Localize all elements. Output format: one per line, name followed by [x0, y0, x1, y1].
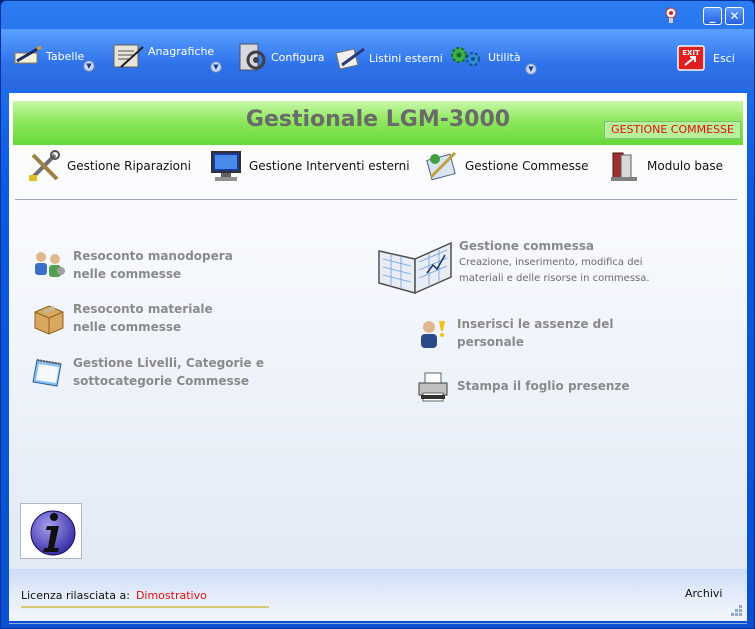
module-label: Gestione Commesse: [465, 159, 589, 173]
bottom-ruler: [9, 623, 747, 627]
info-button[interactable]: [20, 503, 82, 559]
toolbar-listini-esterni[interactable]: Listini esterni: [334, 45, 443, 71]
price-list-icon: [335, 47, 365, 70]
status-bar: Licenza rilasciata a: Dimostrativo Archiv…: [9, 569, 747, 621]
item-title-line2: nelle commesse: [73, 267, 182, 281]
chevron-down-icon[interactable]: ▼: [210, 61, 222, 73]
exit-button[interactable]: EXIT Esci: [677, 45, 735, 71]
open-book-icon: [378, 241, 452, 295]
commesse-icon: [426, 151, 457, 181]
section-tag: GESTIONE COMMESSE: [604, 121, 741, 139]
chevron-down-icon[interactable]: ▼: [83, 60, 95, 72]
toolbar-tabelle-label: Tabelle: [46, 49, 85, 63]
item-resoconto-manodopera[interactable]: Resoconto manodopera nelle commesse: [31, 247, 233, 283]
header-banner: Gestionale LGM-3000 GESTIONE COMMESSE: [13, 101, 743, 145]
printer-icon: [418, 372, 448, 402]
item-title-line2: sottocategorie Commesse: [73, 374, 249, 388]
item-gestione-livelli[interactable]: Gestione Livelli, Categorie e sottocateg…: [31, 354, 264, 390]
separator-line: [15, 199, 737, 200]
item-inserisci-assenze[interactable]: Inserisci le assenze del personale: [415, 315, 614, 351]
item-gestione-commessa[interactable]: Gestione commessa Creazione, inserimento…: [375, 237, 650, 295]
workers-icon: [35, 252, 65, 277]
info-icon: [30, 510, 76, 556]
item-title: Gestione commessa: [459, 239, 594, 253]
help-icon[interactable]: [663, 6, 679, 24]
item-title-line1: Resoconto manodopera: [73, 249, 233, 263]
module-label: Gestione Interventi esterni: [249, 159, 410, 173]
toolbar-anagrafiche-label: Anagrafiche: [148, 44, 215, 58]
absence-icon: [421, 321, 445, 348]
exit-label: Esci: [713, 51, 735, 65]
item-title-line1: Gestione Livelli, Categorie e: [73, 356, 264, 370]
exit-icon: EXIT: [677, 45, 705, 71]
module-modulo-base[interactable]: Modulo base: [607, 149, 723, 183]
toolbar-listini-label: Listini esterni: [369, 51, 443, 65]
title-bar: _ ✕: [1, 1, 754, 29]
chevron-down-icon[interactable]: ▼: [525, 63, 537, 75]
resize-grip-icon[interactable]: [727, 601, 743, 617]
toolbar-utilita[interactable]: Utilità: [449, 45, 521, 69]
tools-icon: [29, 150, 60, 181]
item-title-line1: Stampa il foglio presenze: [457, 379, 630, 393]
item-description-line2: materiali e delle risorse in commessa.: [459, 273, 650, 284]
configure-icon: [239, 43, 266, 71]
box-icon: [34, 305, 64, 335]
gears-icon: [451, 47, 480, 66]
item-title-line2: personale: [457, 335, 524, 349]
main-toolbar: Tabelle ▼ Anagrafiche ▼ Configura Listin…: [1, 29, 754, 89]
module-label: Gestione Riparazioni: [67, 159, 191, 173]
module-gestione-commesse[interactable]: Gestione Commesse: [425, 149, 589, 183]
toolbar-tabelle[interactable]: Tabelle: [13, 45, 84, 67]
pen-table-icon: [14, 45, 42, 64]
license-info: Licenza rilasciata a: Dimostrativo: [21, 589, 207, 602]
license-underline: [21, 606, 269, 608]
toolbar-utilita-label: Utilità: [488, 50, 521, 64]
archivi-button[interactable]: Archivi: [685, 587, 722, 600]
item-title-line1: Inserisci le assenze del: [457, 317, 614, 331]
item-description-line1: Creazione, inserimento, modifica dei: [459, 257, 643, 268]
books-icon: [611, 152, 637, 181]
minimize-button[interactable]: _: [703, 7, 722, 25]
computer-icon: [211, 151, 241, 181]
item-title-line2: nelle commesse: [73, 320, 182, 334]
module-bar: Gestione Riparazioni Gestione Interventi…: [23, 149, 743, 189]
license-value: Dimostrativo: [135, 589, 207, 602]
app-window: _ ✕ Tabelle ▼ Anagrafiche ▼ Configura Li…: [0, 0, 755, 629]
module-gestione-riparazioni[interactable]: Gestione Riparazioni: [27, 149, 191, 183]
registry-icon: [113, 44, 144, 68]
svg-text:EXIT: EXIT: [682, 49, 700, 57]
toolbar-configura[interactable]: Configura: [236, 41, 325, 73]
item-resoconto-materiale[interactable]: Resoconto materiale nelle commesse: [31, 300, 213, 336]
license-label: Licenza rilasciata a:: [21, 589, 130, 602]
toolbar-configura-label: Configura: [271, 50, 325, 64]
toolbar-anagrafiche[interactable]: Anagrafiche: [111, 41, 214, 71]
close-button[interactable]: ✕: [725, 7, 744, 25]
notepad-icon: [32, 359, 62, 387]
item-title-line1: Resoconto materiale: [73, 302, 213, 316]
item-stampa-foglio-presenze[interactable]: Stampa il foglio presenze: [415, 369, 630, 405]
module-label: Modulo base: [647, 159, 724, 173]
main-panel: Gestionale LGM-3000 GESTIONE COMMESSE Ge…: [9, 93, 747, 569]
module-gestione-interventi-esterni[interactable]: Gestione Interventi esterni: [209, 149, 410, 183]
